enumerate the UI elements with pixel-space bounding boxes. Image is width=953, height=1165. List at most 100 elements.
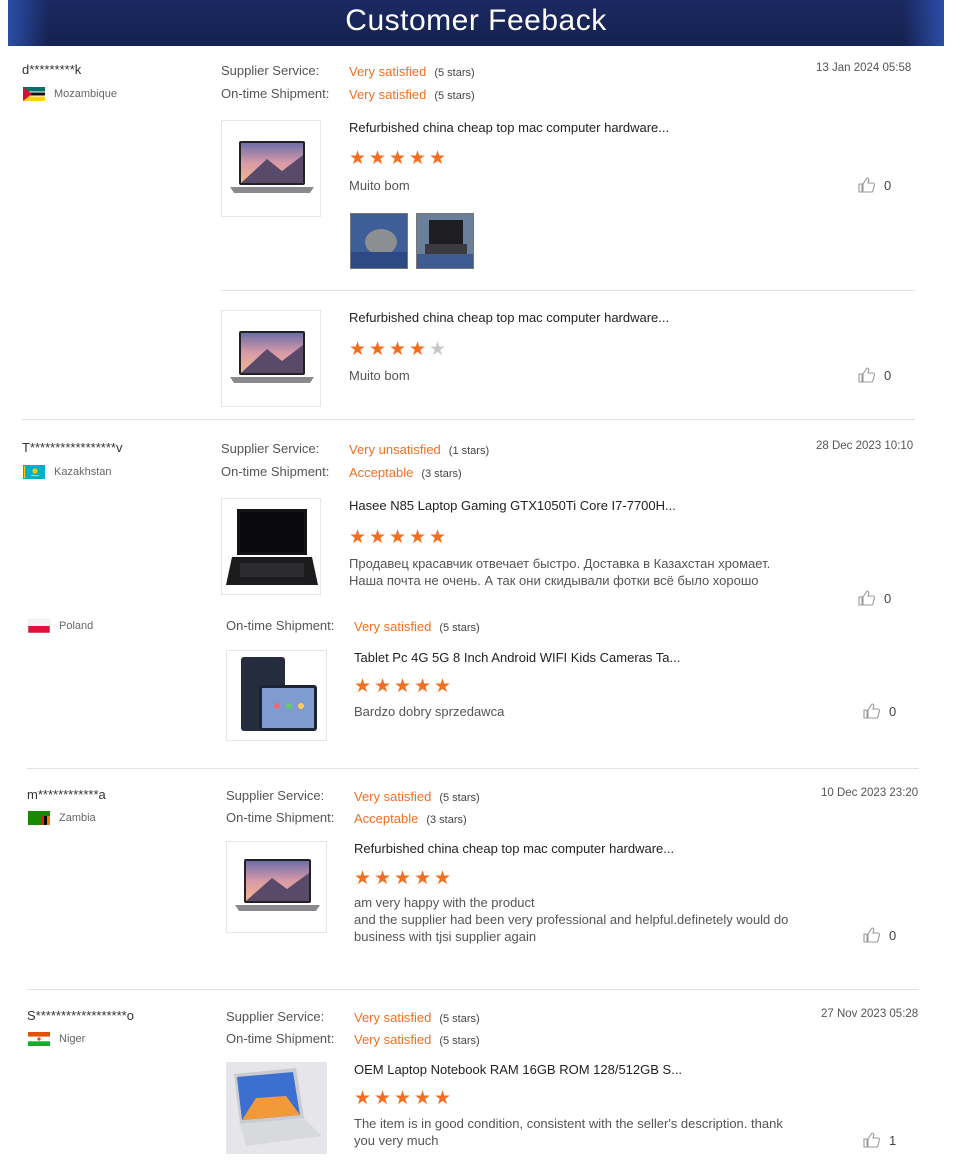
niger-flag-icon — [28, 1032, 50, 1046]
like-button[interactable]: 0 — [858, 590, 891, 606]
supplier-service-rating: Very unsatisfied (1 stars) — [349, 442, 490, 457]
reviewer-name: S******************o — [27, 1008, 134, 1023]
star-icon: ★ — [349, 527, 367, 548]
star-icon: ★ — [429, 527, 447, 548]
star-icon: ★ — [349, 148, 367, 169]
zambia-flag-icon — [28, 811, 50, 825]
ontime-shipment-rating: Very satisfied (5 stars) — [354, 619, 480, 634]
star-icon: ★ — [354, 1088, 372, 1109]
star-icon: ★ — [429, 148, 447, 169]
review-photo[interactable] — [416, 213, 474, 269]
star-empty-icon: ★ — [429, 339, 447, 360]
thumbs-up-icon — [863, 927, 880, 943]
reviewer-name: m************a — [27, 787, 106, 802]
star-icon: ★ — [414, 676, 432, 697]
page-title: Customer Feeback — [345, 4, 607, 37]
supplier-service-rating: Very satisfied (5 stars) — [349, 64, 475, 79]
thumbs-up-icon — [863, 1132, 880, 1148]
star-icon: ★ — [414, 868, 432, 889]
supplier-service-label: Supplier Service: — [226, 788, 325, 803]
product-title-link[interactable]: Refurbished china cheap top mac computer… — [349, 310, 669, 325]
reviewer-country: Niger — [28, 1032, 85, 1046]
star-icon: ★ — [369, 148, 387, 169]
star-icon: ★ — [409, 527, 427, 548]
review-divider — [22, 419, 915, 420]
review-date: 13 Jan 2024 05:58 — [816, 62, 912, 74]
poland-flag-icon — [28, 619, 50, 633]
review-date: 28 Dec 2023 10:10 — [816, 440, 914, 452]
kazakhstan-flag-icon — [23, 465, 45, 479]
supplier-service-rating: Very satisfied (5 stars) — [354, 789, 480, 804]
product-title-link[interactable]: Tablet Pc 4G 5G 8 Inch Android WIFI Kids… — [354, 650, 680, 665]
supplier-service-label: Supplier Service: — [221, 441, 320, 456]
product-star-rating: ★ ★ ★ ★ ★ — [354, 868, 452, 889]
star-icon: ★ — [394, 868, 412, 889]
review-date: 27 Nov 2023 05:28 — [821, 1008, 919, 1020]
customer-feedback-banner: Customer Feeback — [8, 0, 944, 46]
product-thumbnail[interactable] — [226, 650, 327, 741]
review-divider — [27, 989, 919, 990]
star-icon: ★ — [369, 339, 387, 360]
star-icon: ★ — [394, 1088, 412, 1109]
review-photo[interactable] — [350, 213, 408, 269]
product-thumbnail[interactable] — [221, 120, 321, 217]
ontime-shipment-rating: Very satisfied (5 stars) — [354, 1032, 480, 1047]
star-icon: ★ — [354, 868, 372, 889]
product-star-rating: ★ ★ ★ ★ ★ — [354, 676, 452, 697]
ontime-shipment-label: On-time Shipment: — [226, 618, 335, 633]
thumbs-up-icon — [858, 177, 875, 193]
review-comment: Muito bom — [349, 178, 410, 193]
like-button[interactable]: 0 — [858, 367, 891, 383]
ontime-shipment-label: On-time Shipment: — [226, 810, 335, 825]
product-thumbnail[interactable] — [221, 498, 321, 595]
product-title-link[interactable]: OEM Laptop Notebook RAM 16GB ROM 128/512… — [354, 1062, 682, 1077]
supplier-service-label: Supplier Service: — [221, 63, 320, 78]
like-button[interactable]: 1 — [863, 1132, 896, 1148]
reviewer-country: Poland — [28, 619, 93, 633]
star-icon: ★ — [369, 527, 387, 548]
product-thumbnail[interactable] — [221, 310, 321, 407]
thumbs-up-icon — [863, 703, 880, 719]
star-icon: ★ — [349, 339, 367, 360]
star-icon: ★ — [409, 148, 427, 169]
star-icon: ★ — [434, 868, 452, 889]
thumbs-up-icon — [858, 367, 875, 383]
product-star-rating: ★ ★ ★ ★ ★ — [349, 148, 447, 169]
star-icon: ★ — [434, 676, 452, 697]
like-button[interactable]: 0 — [863, 927, 896, 943]
review-comment: The item is in good condition, consisten… — [354, 1116, 783, 1148]
like-button[interactable]: 0 — [858, 177, 891, 193]
star-icon: ★ — [434, 1088, 452, 1109]
reviewer-name: d*********k — [22, 62, 82, 77]
reviewer-country: Zambia — [28, 811, 96, 825]
product-star-rating: ★ ★ ★ ★ ★ — [349, 527, 447, 548]
product-star-rating: ★ ★ ★ ★ ★ — [354, 1088, 452, 1109]
thumbs-up-icon — [858, 590, 875, 606]
review-divider — [27, 768, 919, 769]
star-icon: ★ — [414, 1088, 432, 1109]
supplier-service-rating: Very satisfied (5 stars) — [354, 1010, 480, 1025]
star-icon: ★ — [409, 339, 427, 360]
reviewer-country: Kazakhstan — [23, 465, 111, 479]
star-icon: ★ — [394, 676, 412, 697]
star-icon: ★ — [389, 148, 407, 169]
product-star-rating: ★ ★ ★ ★ ★ — [349, 339, 447, 360]
ontime-shipment-rating: Acceptable (3 stars) — [354, 811, 467, 826]
mozambique-flag-icon — [23, 87, 45, 101]
star-icon: ★ — [374, 1088, 392, 1109]
product-title-link[interactable]: Refurbished china cheap top mac computer… — [354, 841, 674, 856]
star-icon: ★ — [389, 339, 407, 360]
ontime-shipment-rating: Very satisfied (5 stars) — [349, 87, 475, 102]
product-title-link[interactable]: Refurbished china cheap top mac computer… — [349, 120, 669, 135]
product-thumbnail[interactable] — [226, 1062, 327, 1154]
product-thumbnail[interactable] — [226, 841, 327, 933]
star-icon: ★ — [389, 527, 407, 548]
ontime-shipment-label: On-time Shipment: — [221, 86, 330, 101]
ontime-shipment-rating: Acceptable (3 stars) — [349, 465, 462, 480]
like-button[interactable]: 0 — [863, 703, 896, 719]
product-title-link[interactable]: Hasee N85 Laptop Gaming GTX1050Ti Core I… — [349, 498, 676, 513]
star-icon: ★ — [374, 868, 392, 889]
review-comment: am very happy with the product and the s… — [354, 895, 789, 944]
review-comment: Muito bom — [349, 368, 410, 383]
supplier-service-label: Supplier Service: — [226, 1009, 325, 1024]
